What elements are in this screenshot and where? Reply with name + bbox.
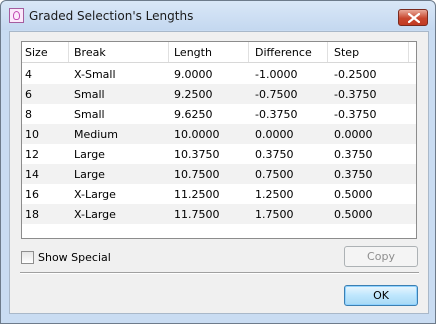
column-divider (248, 42, 249, 62)
dialog-window: Graded Selection's Lengths Size Break Le… (0, 0, 436, 324)
cell-difference: 0.0000 (255, 128, 294, 141)
show-special-label[interactable]: Show Special (38, 251, 111, 264)
table-row[interactable]: 14 Large 10.7500 0.7500 0.3750 (22, 164, 416, 184)
cell-break: Large (74, 148, 105, 161)
separator-line (20, 272, 419, 274)
cell-step: 0.5000 (334, 208, 373, 221)
cell-break: Small (74, 88, 105, 101)
header-divider (22, 62, 416, 63)
cell-size: 6 (25, 88, 32, 101)
table-row[interactable]: 18 X-Large 11.7500 1.7500 0.5000 (22, 204, 416, 224)
ok-button[interactable]: OK (344, 285, 418, 306)
cell-step: -0.3750 (334, 108, 377, 121)
dialog-content: Size Break Length Difference Step 4 X-Sm… (9, 31, 429, 314)
cell-size: 12 (25, 148, 39, 161)
cell-length: 10.3750 (174, 148, 220, 161)
cell-difference: -0.3750 (255, 108, 298, 121)
window-title: Graded Selection's Lengths (29, 9, 194, 23)
column-header-difference[interactable]: Difference (255, 46, 312, 59)
cell-length: 11.2500 (174, 188, 220, 201)
cell-size: 18 (25, 208, 39, 221)
column-header-step[interactable]: Step (334, 46, 359, 59)
cell-step: 0.3750 (334, 168, 373, 181)
column-header-break[interactable]: Break (74, 46, 106, 59)
table-header-row: Size Break Length Difference Step (22, 42, 416, 62)
cell-size: 4 (25, 68, 32, 81)
copy-button[interactable]: Copy (344, 246, 418, 267)
lengths-table[interactable]: Size Break Length Difference Step 4 X-Sm… (21, 41, 417, 239)
show-special-checkbox[interactable] (21, 251, 34, 264)
table-row[interactable]: 4 X-Small 9.0000 -1.0000 -0.2500 (22, 64, 416, 84)
column-header-size[interactable]: Size (25, 46, 48, 59)
cell-length: 9.2500 (174, 88, 213, 101)
column-divider (408, 42, 409, 62)
column-header-length[interactable]: Length (174, 46, 212, 59)
cell-length: 9.0000 (174, 68, 213, 81)
table-row[interactable]: 6 Small 9.2500 -0.7500 -0.3750 (22, 84, 416, 104)
cell-step: -0.3750 (334, 88, 377, 101)
cell-step: 0.3750 (334, 148, 373, 161)
column-divider (327, 42, 328, 62)
cell-length: 11.7500 (174, 208, 220, 221)
cell-step: -0.2500 (334, 68, 377, 81)
cell-break: Medium (74, 128, 118, 141)
cell-difference: 0.7500 (255, 168, 294, 181)
cell-length: 10.0000 (174, 128, 220, 141)
table-row[interactable]: 10 Medium 10.0000 0.0000 0.0000 (22, 124, 416, 144)
cell-size: 16 (25, 188, 39, 201)
cell-size: 14 (25, 168, 39, 181)
table-row[interactable]: 8 Small 9.6250 -0.3750 -0.3750 (22, 104, 416, 124)
cell-break: X-Large (74, 208, 116, 221)
cell-difference: -1.0000 (255, 68, 298, 81)
cell-step: 0.5000 (334, 188, 373, 201)
cell-difference: 1.2500 (255, 188, 294, 201)
cell-difference: -0.7500 (255, 88, 298, 101)
cell-difference: 1.7500 (255, 208, 294, 221)
close-icon (408, 13, 420, 23)
cell-difference: 0.3750 (255, 148, 294, 161)
cell-break: X-Large (74, 188, 116, 201)
cell-step: 0.0000 (334, 128, 373, 141)
cell-break: Large (74, 168, 105, 181)
cell-length: 9.6250 (174, 108, 213, 121)
cell-size: 10 (25, 128, 39, 141)
app-icon (9, 8, 24, 23)
table-row[interactable]: 12 Large 10.3750 0.3750 0.3750 (22, 144, 416, 164)
column-divider (168, 42, 169, 62)
table-row[interactable]: 16 X-Large 11.2500 1.2500 0.5000 (22, 184, 416, 204)
column-divider (68, 42, 69, 62)
cell-break: Small (74, 108, 105, 121)
close-button[interactable] (398, 9, 428, 26)
cell-length: 10.7500 (174, 168, 220, 181)
title-bar[interactable]: Graded Selection's Lengths (1, 1, 435, 30)
cell-break: X-Small (74, 68, 116, 81)
cell-size: 8 (25, 108, 32, 121)
